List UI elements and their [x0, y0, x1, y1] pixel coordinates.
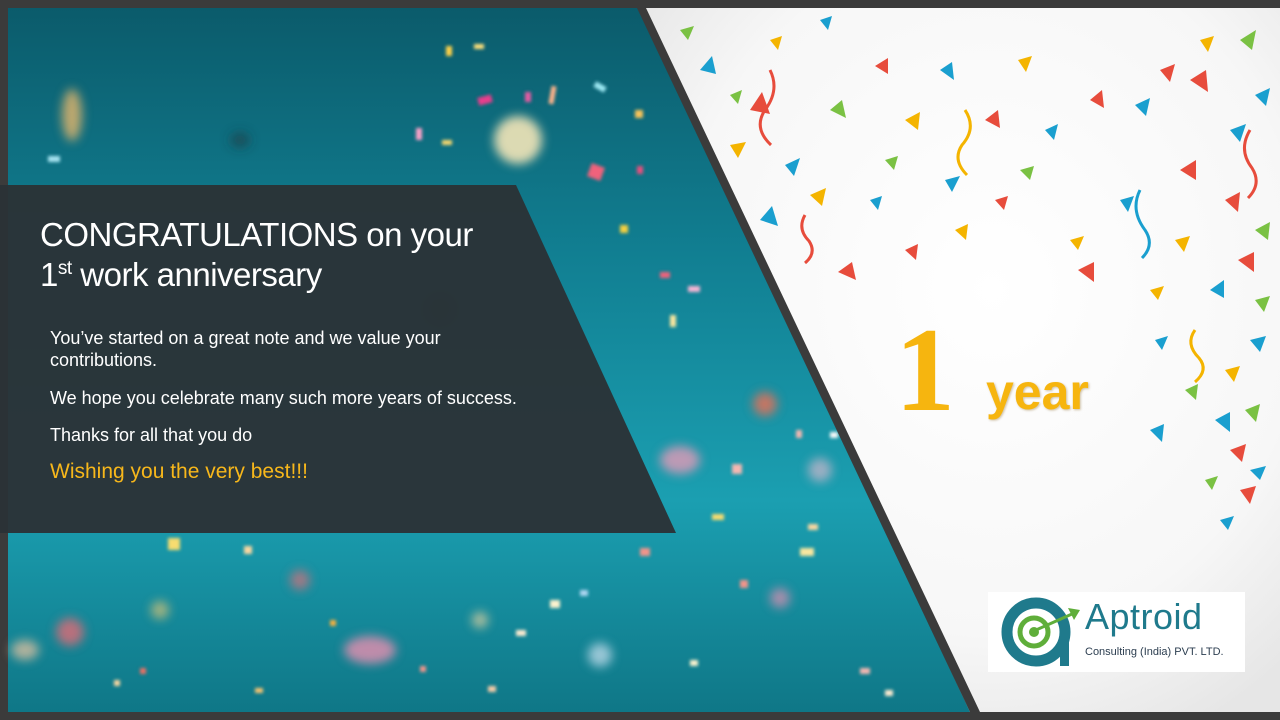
aptroid-logo-icon — [1001, 597, 1080, 667]
anniversary-unit: year — [986, 364, 1089, 420]
title-line-2-rest: work anniversary — [71, 256, 322, 293]
company-logo: Aptroid Consulting (India) PVT. LTD. — [988, 592, 1245, 672]
message-paragraph-3: Thanks for all that you do — [50, 425, 253, 445]
title-line-2: 1st work anniversary — [40, 255, 473, 295]
congratulations-title: CONGRATULATIONS on your 1st work anniver… — [40, 215, 473, 295]
logo-subtitle: Consulting (India) PVT. LTD. — [1085, 646, 1224, 658]
message-paragraph-2: We hope you celebrate many such more yea… — [50, 388, 517, 408]
message-paragraph-1: You’ve started on a great note and we va… — [50, 328, 441, 370]
title-ordinal-number: 1 — [40, 256, 58, 293]
wish-text: Wishing you the very best!!! — [50, 460, 308, 483]
title-ordinal-suffix: st — [57, 258, 72, 279]
anniversary-slide: CONGRATULATIONS on your 1st work anniver… — [0, 0, 1280, 720]
anniversary-number: 1 — [895, 303, 955, 436]
logo-wordmark: Aptroid — [1085, 596, 1203, 637]
title-line-1: CONGRATULATIONS on your — [40, 216, 473, 253]
